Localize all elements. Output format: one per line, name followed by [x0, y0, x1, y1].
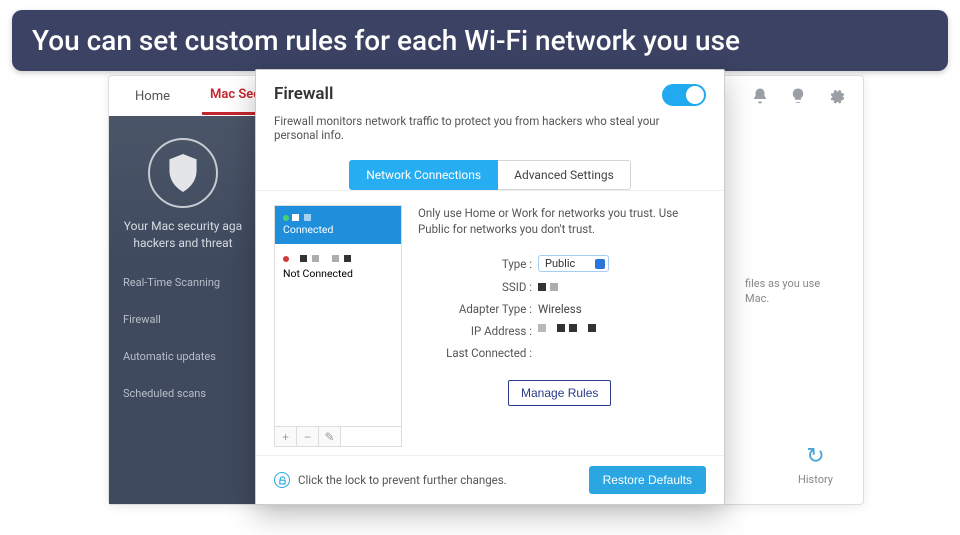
- restore-defaults-button[interactable]: Restore Defaults: [589, 466, 706, 494]
- bulb-icon[interactable]: [789, 87, 807, 105]
- trust-hint: Only use Home or Work for networks you t…: [418, 205, 706, 237]
- history-tile[interactable]: ↻ History: [798, 444, 833, 486]
- add-connection-button[interactable]: +: [275, 427, 297, 446]
- modal-footer: Click the lock to prevent further change…: [256, 455, 724, 504]
- sidebar-item-firewall[interactable]: Firewall: [109, 301, 257, 338]
- bell-icon[interactable]: [751, 87, 769, 105]
- edit-connection-button[interactable]: ✎: [319, 427, 341, 446]
- type-label: Type :: [418, 257, 538, 271]
- shield-icon: [148, 138, 218, 208]
- tab-home[interactable]: Home: [127, 79, 178, 114]
- sidebar: Your Mac security aga hackers and threat…: [109, 116, 257, 504]
- hero-text: Your Mac security aga hackers and threat: [117, 218, 249, 252]
- connection-status-label: Not Connected: [283, 267, 353, 280]
- subtab-advanced-settings[interactable]: Advanced Settings: [498, 160, 631, 190]
- adapter-type-value: Wireless: [538, 302, 582, 316]
- type-select[interactable]: Public: [538, 255, 609, 272]
- ssid-label: SSID :: [418, 280, 538, 294]
- ip-address-label: IP Address :: [418, 324, 538, 338]
- caption-banner: You can set custom rules for each Wi-Fi …: [12, 10, 948, 71]
- connection-item-connected[interactable]: Connected: [275, 206, 401, 244]
- sidebar-item-updates[interactable]: Automatic updates: [109, 338, 257, 375]
- connection-details: Only use Home or Work for networks you t…: [418, 205, 706, 447]
- sidebar-hero: Your Mac security aga hackers and threat: [109, 116, 257, 264]
- last-connected-label: Last Connected :: [418, 346, 538, 360]
- subtab-network-connections[interactable]: Network Connections: [349, 160, 498, 190]
- lock-text: Click the lock to prevent further change…: [298, 473, 589, 487]
- firewall-toggle[interactable]: [662, 84, 706, 106]
- modal-header: Firewall: [256, 70, 724, 114]
- connection-item-not-connected[interactable]: Not Connected: [275, 244, 401, 288]
- sidebar-item-realtime[interactable]: Real-Time Scanning: [109, 264, 257, 301]
- adapter-type-label: Adapter Type :: [418, 302, 538, 316]
- connection-list: Connected Not Connected + − ✎: [274, 205, 402, 447]
- ssid-value: [538, 283, 558, 291]
- modal-description: Firewall monitors network traffic to pro…: [256, 114, 724, 156]
- manage-rules-button[interactable]: Manage Rules: [508, 380, 611, 406]
- modal-body: Connected Not Connected + − ✎ Only use H…: [256, 191, 724, 455]
- sidebar-item-scheduled[interactable]: Scheduled scans: [109, 375, 257, 412]
- refresh-icon: ↻: [798, 444, 833, 469]
- firewall-modal: Firewall Firewall monitors network traff…: [255, 69, 725, 505]
- background-hint-text: files as you use Mac.: [745, 276, 845, 307]
- lock-icon[interactable]: [274, 472, 290, 488]
- connection-status-label: Connected: [283, 223, 333, 236]
- modal-title: Firewall: [274, 84, 706, 104]
- modal-subtabs: Network Connections Advanced Settings: [256, 160, 724, 191]
- history-label: History: [798, 473, 833, 486]
- remove-connection-button[interactable]: −: [297, 427, 319, 446]
- connection-list-toolbar: + − ✎: [274, 427, 402, 447]
- ip-address-value: [538, 324, 596, 338]
- gear-icon[interactable]: [827, 87, 845, 105]
